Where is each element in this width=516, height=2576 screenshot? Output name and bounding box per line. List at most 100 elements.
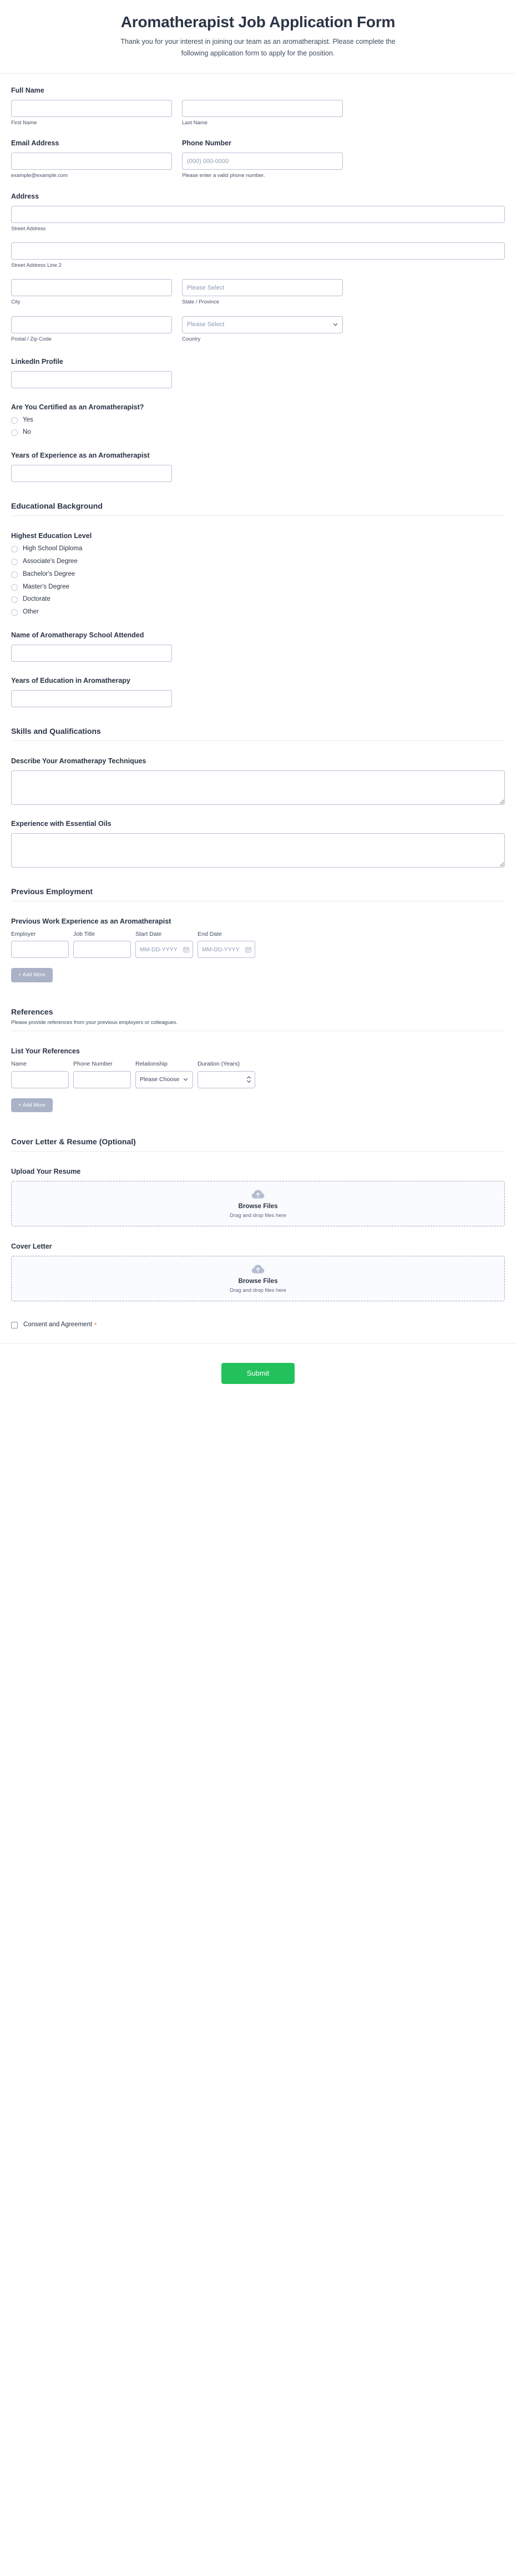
phone-label: Phone Number bbox=[182, 139, 231, 148]
column-header-phone-number: Phone Number bbox=[73, 1061, 113, 1068]
reference-name-input[interactable] bbox=[11, 1071, 69, 1088]
field-techniques: Describe Your Aromatherapy Techniques bbox=[11, 757, 505, 805]
radio-circle-icon[interactable] bbox=[11, 571, 18, 578]
street-address-group: Street Address bbox=[11, 205, 505, 232]
years-experience-input[interactable] bbox=[11, 465, 172, 483]
references-header-row: Name Phone Number Relationship Duration … bbox=[11, 1061, 505, 1068]
phone-sublabel: Please enter a valid phone number. bbox=[182, 173, 265, 179]
table-row bbox=[11, 941, 505, 959]
submit-button[interactable]: Submit bbox=[221, 1363, 295, 1385]
consent-checkbox-row[interactable]: Consent and Agreement * bbox=[11, 1321, 505, 1329]
section-divider bbox=[11, 1151, 505, 1152]
reference-phone-input[interactable] bbox=[73, 1071, 131, 1088]
first-name-input[interactable] bbox=[11, 100, 172, 118]
field-address: Address Street Address Street Address Li… bbox=[11, 192, 505, 343]
section-educational-background: Educational Background bbox=[11, 501, 505, 516]
education-option-label: Associate's Degree bbox=[23, 558, 78, 565]
reference-relationship-cell: Please Choose bbox=[135, 1071, 193, 1088]
upload-resume-label: Upload Your Resume bbox=[11, 1168, 81, 1176]
address-label: Address bbox=[11, 192, 39, 200]
country-select[interactable]: Please Select bbox=[182, 316, 343, 333]
cover-letter-dropzone[interactable]: Browse Files Drag and drop files here bbox=[11, 1256, 505, 1302]
education-option-high-school[interactable]: High School Diploma bbox=[11, 545, 505, 553]
techniques-label: Describe Your Aromatherapy Techniques bbox=[11, 757, 146, 765]
email-phone-row: Email Address example@example.com Phone … bbox=[11, 139, 505, 179]
certified-option-yes[interactable]: Yes bbox=[11, 417, 505, 424]
field-cover-letter-upload: Cover Letter Browse Files Drag and drop … bbox=[11, 1242, 505, 1302]
country-select-wrap: Please Select bbox=[182, 316, 343, 333]
job-title-input[interactable] bbox=[73, 941, 131, 959]
section-title-employment: Previous Employment bbox=[11, 886, 93, 896]
linkedin-input[interactable] bbox=[11, 371, 172, 388]
essential-oils-textarea[interactable] bbox=[11, 833, 505, 868]
years-experience-label: Years of Experience as an Aromatherapist bbox=[11, 452, 150, 460]
radio-circle-icon[interactable] bbox=[11, 546, 18, 553]
years-education-label: Years of Education in Aromatherapy bbox=[11, 676, 130, 684]
reference-duration-cell bbox=[198, 1071, 255, 1088]
references-add-more-button[interactable]: + Add More bbox=[11, 1098, 53, 1113]
city-input[interactable] bbox=[11, 279, 172, 297]
street-address-sublabel: Street Address bbox=[11, 225, 46, 232]
page-subtitle: Thank you for your interest in joining o… bbox=[120, 38, 396, 57]
column-header-end-date: End Date bbox=[198, 930, 222, 937]
employer-input[interactable] bbox=[11, 941, 69, 959]
field-essential-oils: Experience with Essential Oils bbox=[11, 819, 505, 868]
checkbox-icon[interactable] bbox=[11, 1322, 18, 1329]
email-sublabel: example@example.com bbox=[11, 173, 68, 179]
radio-circle-icon[interactable] bbox=[11, 584, 18, 591]
submit-area: Submit bbox=[0, 1344, 516, 1405]
education-option-doctorate[interactable]: Doctorate bbox=[11, 596, 505, 604]
years-education-input[interactable] bbox=[11, 689, 172, 707]
street-address-2-input[interactable] bbox=[11, 242, 505, 260]
section-title-skills: Skills and Qualifications bbox=[11, 726, 101, 736]
radio-circle-icon[interactable] bbox=[11, 417, 18, 424]
certified-option-no-label: No bbox=[23, 429, 31, 436]
radio-circle-icon[interactable] bbox=[11, 596, 18, 604]
resume-browse-files-label: Browse Files bbox=[238, 1203, 278, 1210]
radio-circle-icon[interactable] bbox=[11, 429, 18, 437]
education-option-masters[interactable]: Master's Degree bbox=[11, 584, 505, 591]
state-select[interactable]: Please Select bbox=[182, 279, 343, 297]
email-input[interactable] bbox=[11, 153, 172, 170]
postal-sublabel: Postal / Zip Code bbox=[11, 336, 52, 342]
postal-code-input[interactable] bbox=[11, 316, 172, 333]
radio-circle-icon[interactable] bbox=[11, 558, 18, 565]
email-group: Email Address example@example.com bbox=[11, 139, 172, 179]
reference-relationship-select[interactable]: Please Choose bbox=[135, 1071, 193, 1088]
field-work-experience-table: Previous Work Experience as an Aromather… bbox=[11, 917, 505, 982]
street-address-input[interactable] bbox=[11, 205, 505, 223]
radio-circle-icon[interactable] bbox=[11, 609, 18, 616]
education-option-bachelors[interactable]: Bachelor's Degree bbox=[11, 571, 505, 579]
last-name-input[interactable] bbox=[182, 100, 343, 118]
column-header-employer: Employer bbox=[11, 930, 36, 937]
resume-dropzone[interactable]: Browse Files Drag and drop files here bbox=[11, 1181, 505, 1227]
education-option-label: Master's Degree bbox=[23, 583, 70, 590]
column-header-job-title: Job Title bbox=[73, 930, 95, 937]
work-experience-header-row: Employer Job Title Start Date End Date bbox=[11, 931, 505, 938]
field-full-name: Full Name First Name Last Name bbox=[11, 86, 505, 126]
certified-option-no[interactable]: No bbox=[11, 429, 505, 437]
end-date-input[interactable] bbox=[198, 941, 255, 959]
education-option-other[interactable]: Other bbox=[11, 608, 505, 616]
phone-input[interactable] bbox=[182, 153, 343, 170]
school-name-input[interactable] bbox=[11, 644, 172, 662]
employer-cell bbox=[11, 941, 69, 959]
section-title-attachments: Cover Letter & Resume (Optional) bbox=[11, 1137, 136, 1147]
phone-group: Phone Number Please enter a valid phone … bbox=[182, 139, 343, 179]
references-matrix: Name Phone Number Relationship Duration … bbox=[11, 1061, 505, 1113]
education-option-associates[interactable]: Associate's Degree bbox=[11, 558, 505, 566]
first-name-group: First Name bbox=[11, 100, 172, 126]
reference-duration-input[interactable] bbox=[198, 1071, 255, 1088]
work-experience-matrix: Employer Job Title Start Date End Date M… bbox=[11, 931, 505, 982]
certified-label: Are You Certified as an Aromatherapist? bbox=[11, 403, 144, 411]
column-header-start-date: Start Date bbox=[135, 930, 162, 937]
techniques-textarea[interactable] bbox=[11, 770, 505, 805]
certified-radio-group: Yes No bbox=[11, 417, 505, 437]
city-group: City bbox=[11, 279, 172, 306]
education-option-label: High School Diploma bbox=[23, 545, 83, 552]
highest-education-label: Highest Education Level bbox=[11, 532, 92, 540]
employment-add-more-button[interactable]: + Add More bbox=[11, 968, 53, 982]
column-header-duration: Duration (Years) bbox=[198, 1061, 240, 1068]
start-date-input[interactable] bbox=[135, 941, 193, 959]
email-label: Email Address bbox=[11, 139, 59, 148]
